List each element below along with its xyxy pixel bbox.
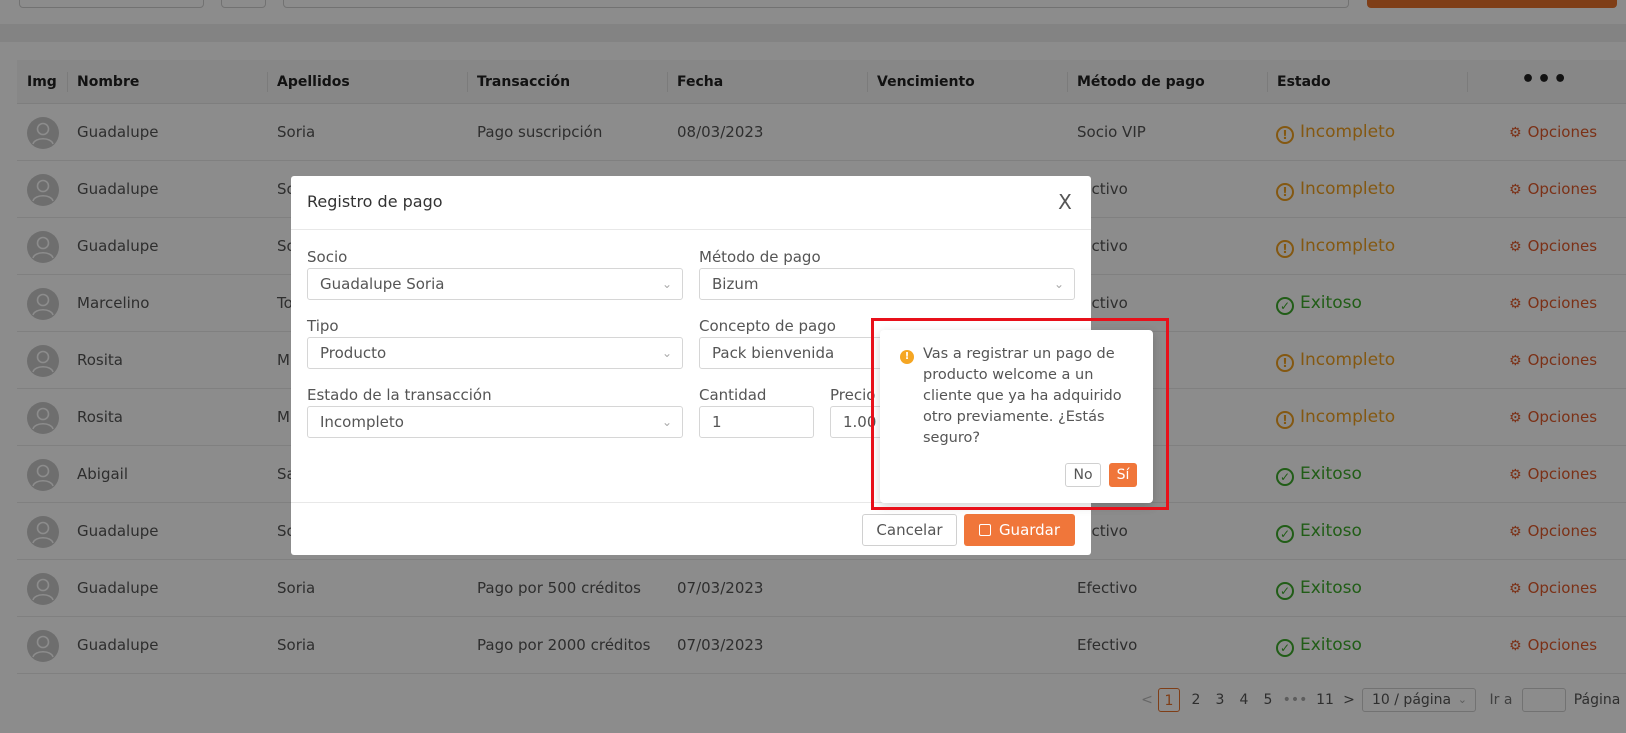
estado-value: Incompleto — [320, 413, 404, 431]
socio-value: Guadalupe Soria — [320, 275, 445, 293]
tipo-label: Tipo — [307, 317, 339, 335]
chevron-down-icon: ⌄ — [661, 415, 672, 429]
estado-label: Estado de la transacción — [307, 386, 492, 404]
chevron-down-icon: ⌄ — [661, 277, 672, 291]
socio-select[interactable]: Guadalupe Soria ⌄ — [307, 268, 683, 300]
save-icon — [978, 524, 991, 536]
chevron-down-icon: ⌄ — [661, 346, 672, 360]
modal-header: Registro de pago X — [291, 176, 1091, 230]
cantidad-value: 1 — [712, 413, 722, 431]
save-button[interactable]: Guardar — [964, 514, 1075, 546]
concepto-value: Pack bienvenida — [712, 344, 835, 362]
cantidad-input[interactable]: 1 — [699, 406, 814, 438]
close-icon[interactable]: X — [1053, 188, 1077, 216]
chevron-down-icon: ⌄ — [1053, 277, 1064, 291]
precio-label: Precio — [830, 386, 876, 404]
tipo-value: Producto — [320, 344, 387, 362]
metodo-label: Método de pago — [699, 248, 821, 266]
highlight-box — [871, 318, 1169, 510]
tipo-select[interactable]: Producto ⌄ — [307, 337, 683, 369]
metodo-select[interactable]: Bizum ⌄ — [699, 268, 1075, 300]
cancel-button[interactable]: Cancelar — [862, 514, 957, 546]
socio-label: Socio — [307, 248, 348, 266]
cantidad-label: Cantidad — [699, 386, 767, 404]
metodo-value: Bizum — [712, 275, 759, 293]
save-button-label: Guardar — [998, 521, 1061, 539]
concepto-label: Concepto de pago — [699, 317, 836, 335]
modal-title: Registro de pago — [307, 192, 443, 211]
estado-select[interactable]: Incompleto ⌄ — [307, 406, 683, 438]
